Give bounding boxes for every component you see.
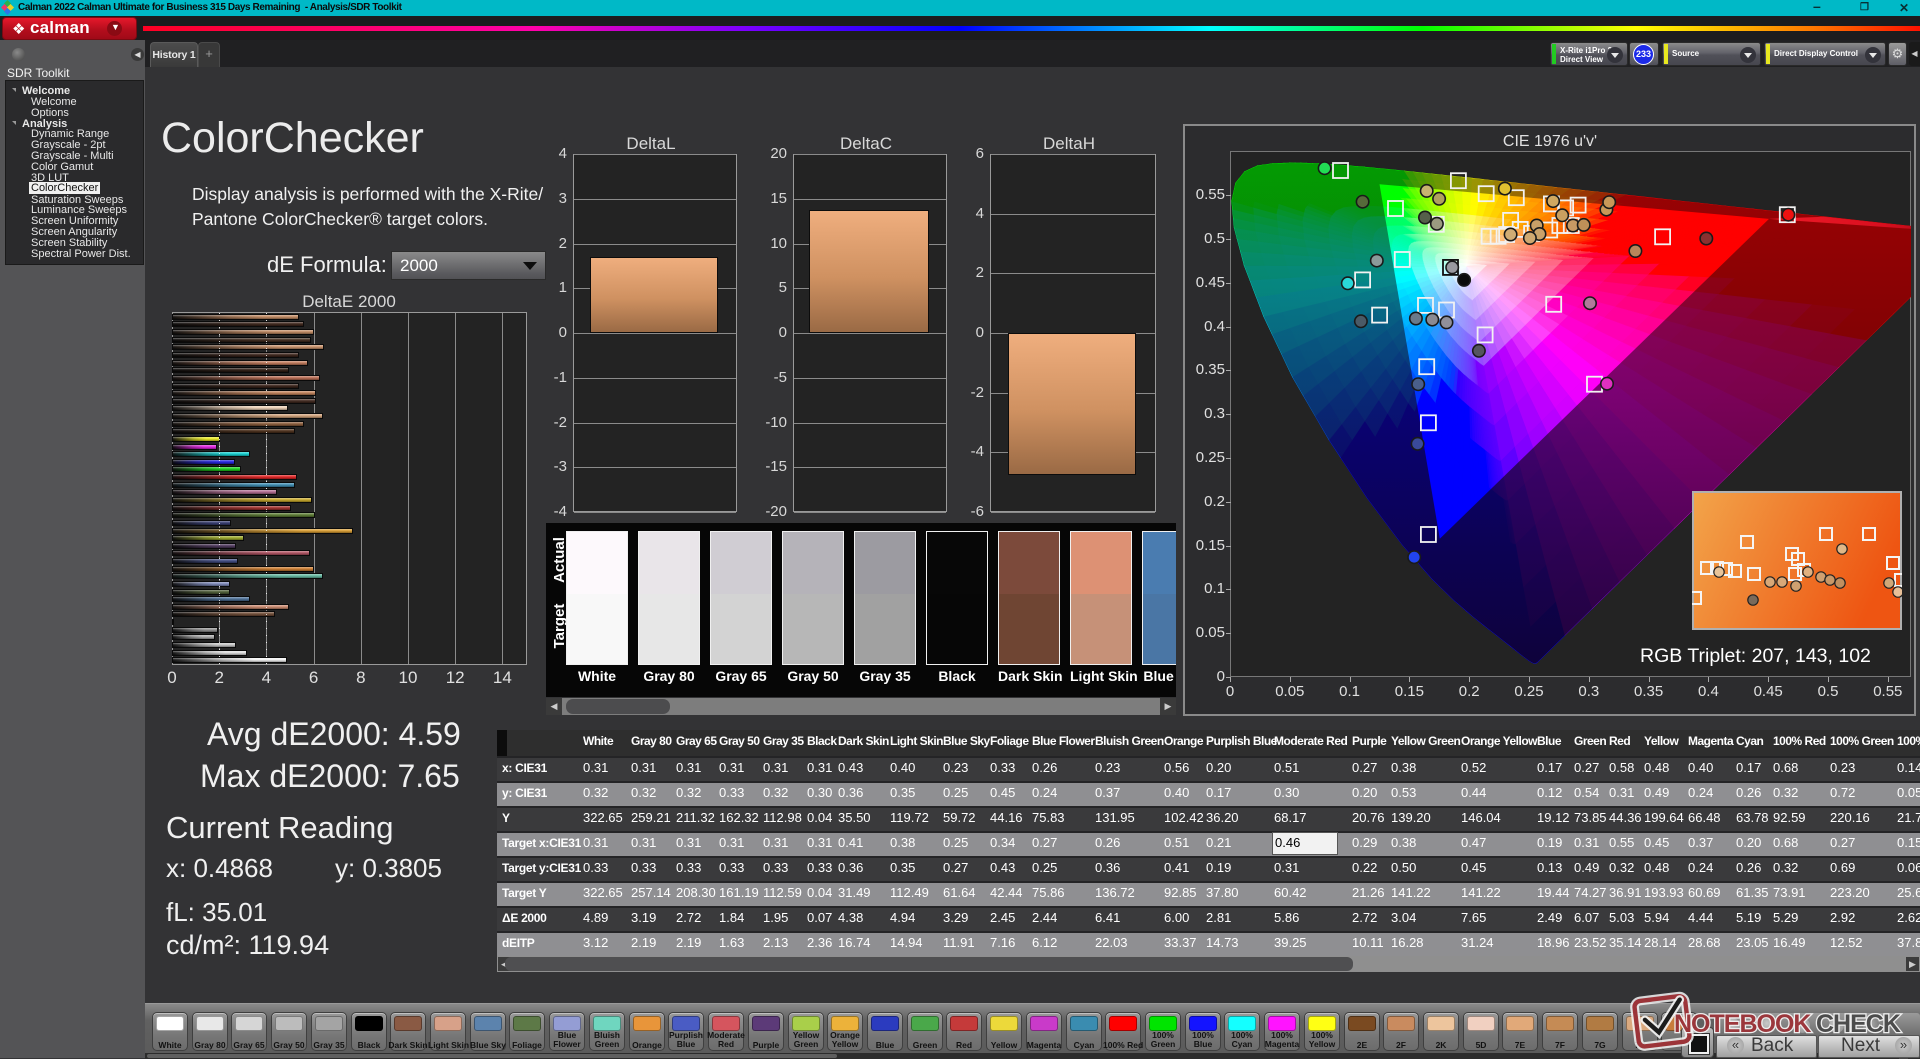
svg-text:NOTEBOOK: NOTEBOOK: [1674, 1010, 1811, 1038]
svg-text:CHECK: CHECK: [1816, 1010, 1901, 1038]
